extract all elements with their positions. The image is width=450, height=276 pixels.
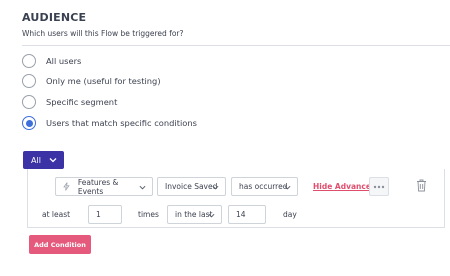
radio-option-all-users[interactable]: All users <box>22 53 81 69</box>
verb-value: has occurred <box>239 182 288 191</box>
radio-option-specific-conditions[interactable]: Users that match specific conditions <box>22 115 197 131</box>
radio-button[interactable] <box>22 54 36 68</box>
verb-dropdown[interactable]: has occurred <box>231 177 298 196</box>
chevron-down-icon <box>284 185 291 190</box>
section-title: AUDIENCE <box>22 11 87 24</box>
add-condition-button[interactable]: Add Condition <box>29 235 91 254</box>
window-unit: day <box>283 210 297 219</box>
frequency-count-input[interactable]: 1 <box>88 205 122 224</box>
radio-option-specific-segment[interactable]: Specific segment <box>22 94 117 110</box>
divider <box>22 45 450 46</box>
more-dots-icon <box>373 185 385 188</box>
group-operator-label: All <box>31 155 41 165</box>
trash-icon[interactable] <box>416 179 427 192</box>
window-dropdown[interactable]: in the last <box>167 205 222 224</box>
chevron-down-icon <box>212 185 219 190</box>
radio-option-only-me[interactable]: Only me (useful for testing) <box>22 73 161 89</box>
window-value-input[interactable]: 14 <box>228 205 266 224</box>
event-dropdown[interactable]: Invoice Saved <box>157 177 226 196</box>
radio-button[interactable] <box>22 95 36 109</box>
section-subtitle: Which users will this Flow be triggered … <box>22 29 184 38</box>
radio-label: Users that match specific conditions <box>46 118 197 128</box>
event-value: Invoice Saved <box>165 182 218 191</box>
radio-label: Specific segment <box>46 97 118 107</box>
hide-advanced-link[interactable]: Hide Advanced <box>313 182 376 191</box>
chevron-down-icon <box>49 158 57 163</box>
radio-label: Only me (useful for testing) <box>46 76 161 86</box>
radio-label: All users <box>46 56 82 66</box>
category-dropdown[interactable]: Features & Events <box>55 177 153 196</box>
frequency-prefix: at least <box>42 210 71 219</box>
radio-button-selected[interactable] <box>22 116 36 130</box>
chevron-down-icon <box>139 185 146 190</box>
bolt-icon <box>63 182 70 191</box>
category-value: Features & Events <box>77 177 119 196</box>
radio-dot <box>25 119 33 127</box>
group-operator-button[interactable]: All <box>23 151 64 169</box>
chevron-down-icon <box>208 213 215 218</box>
window-value: in the last <box>175 210 213 219</box>
radio-button[interactable] <box>22 74 36 88</box>
more-options-button[interactable] <box>369 177 389 196</box>
frequency-unit: times <box>138 210 159 219</box>
